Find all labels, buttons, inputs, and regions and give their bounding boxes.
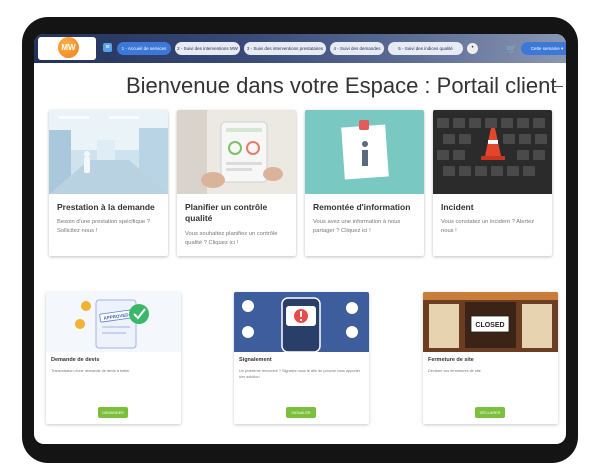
tab-suivi-indices-qualite[interactable]: 5 - Suivi des indices qualité: [388, 42, 463, 55]
logo-badge: MW: [58, 37, 79, 58]
tab-suivi-interventions-prestataires[interactable]: 3 - Suivi des interventions prestataires: [244, 42, 326, 55]
week-filter-dropdown[interactable]: Cette semaine ▾: [521, 42, 566, 55]
card-description: Vous avez une information à nous partage…: [313, 219, 401, 234]
card-signalement[interactable]: Signalement Un problème rencontré ? Sign…: [234, 292, 369, 424]
approved-document-illustration: APPROVED: [46, 292, 181, 352]
tab-accueil-services[interactable]: 1 - Accueil de services: [117, 42, 171, 55]
more-tabs-button[interactable]: •: [467, 43, 478, 54]
page-title: Bienvenue dans votre Espace : Portail cl…: [126, 73, 557, 98]
card-fermeture-site[interactable]: CLOSED Fermeture de site Déclarer vos fe…: [423, 292, 558, 424]
card-demande-devis[interactable]: APPROVED Demande de devis Transmission d…: [46, 292, 181, 424]
card-title: Signalement: [239, 357, 272, 363]
card-title: Planifier un contrôle qualité: [185, 202, 268, 223]
card-description: Transmission d'une demande de devis à tr…: [51, 369, 130, 373]
phone-alert-illustration: [234, 292, 369, 352]
signaler-button[interactable]: SIGNALER: [286, 407, 316, 418]
card-description: Déclarer vos fermetures de site: [428, 369, 481, 373]
cart-icon[interactable]: 🛒: [506, 43, 518, 55]
card-title: Prestation à la demande: [57, 202, 155, 212]
card-description: Un problème rencontré ? Signalez nous le…: [239, 369, 361, 379]
top-navbar: MW ≡ 1 - Accueil de services 2 - Suivi d…: [34, 34, 566, 63]
card-title: Demande de devis: [51, 357, 100, 363]
tab-suivi-demandes[interactable]: 4 - Suivi des demandes: [330, 42, 384, 55]
card-description: Besoin d'une prestation spécifique ? Sol…: [57, 219, 150, 234]
card-description: Vous constatez un incident ? Alertez nou…: [441, 219, 535, 234]
logo[interactable]: MW: [38, 37, 96, 60]
closed-shop-illustration: CLOSED: [423, 292, 558, 352]
card-title: Incident: [441, 202, 474, 212]
keyboard-cone-photo: [433, 110, 552, 194]
card-prestation[interactable]: Prestation à la demande Besoin d'une pre…: [49, 110, 168, 256]
app-screen: MW ≡ 1 - Accueil de services 2 - Suivi d…: [34, 34, 566, 444]
card-controle-qualite[interactable]: Planifier un contrôle qualité Vous souha…: [177, 110, 296, 256]
info-note-image: [305, 110, 424, 194]
closed-sign-text: CLOSED: [475, 322, 504, 329]
card-title: Fermeture de site: [428, 357, 474, 363]
card-title: Remontée d'information: [313, 202, 411, 212]
tab-suivi-interventions-mw[interactable]: 2 - Suivi des interventions MW: [175, 42, 240, 55]
collapse-icon[interactable]: [552, 86, 563, 87]
lab-photo: [49, 110, 168, 194]
card-remontee-information[interactable]: Remontée d'information Vous avez une inf…: [305, 110, 424, 256]
tablet-photo: [177, 110, 296, 194]
card-incident[interactable]: Incident Vous constatez un incident ? Al…: [433, 110, 552, 256]
card-description: Vous souhaitez planifiez un contrôle qua…: [185, 231, 278, 246]
menu-icon[interactable]: ≡: [103, 43, 112, 52]
demander-button[interactable]: DEMANDER: [98, 407, 128, 418]
declarer-button[interactable]: DÉCLARER: [475, 407, 505, 418]
